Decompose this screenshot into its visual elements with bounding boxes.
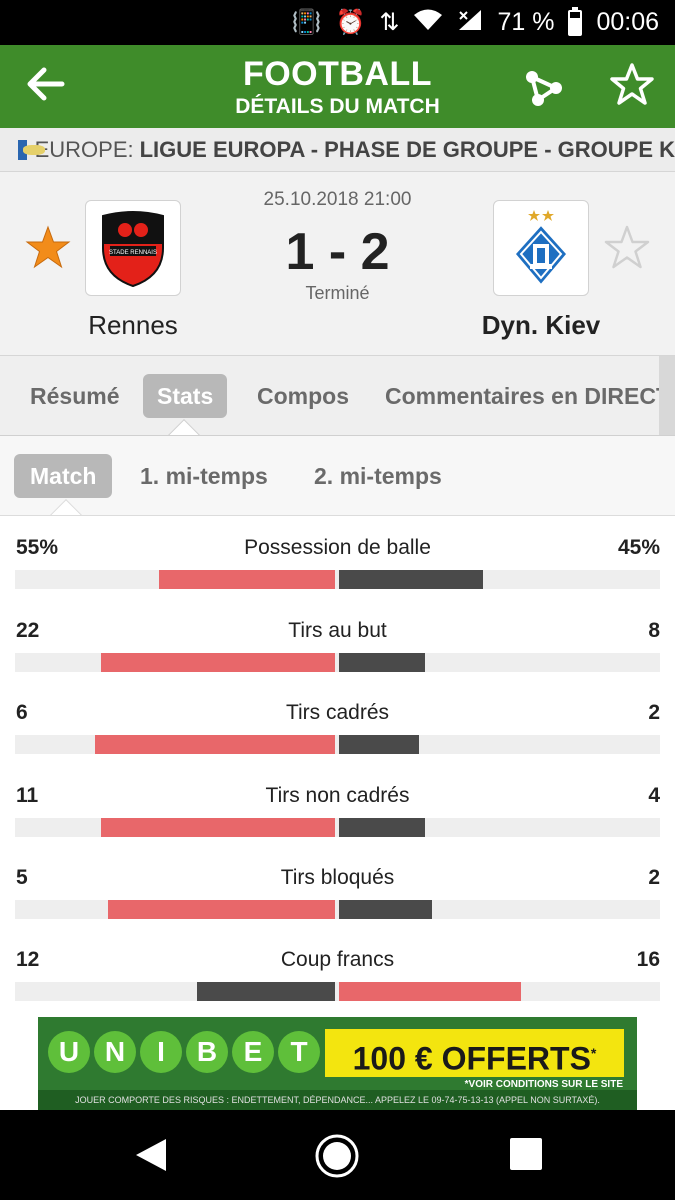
clock: 00:06 [596,8,659,36]
match-status: Terminé [305,283,370,303]
tab-commentaires[interactable]: Commentaires en DIRECT [371,374,675,418]
ad-offer-text: 100 € OFFERTS [352,1040,591,1077]
competition-region: EUROPE: [34,136,134,162]
favorite-star-icon[interactable] [608,61,656,109]
stat-home-bar [197,982,335,1001]
period-tabs: Match 1. mi-temps 2. mi-temps [0,436,675,516]
data-transfer-icon: ⇅ [379,8,400,36]
stat-row-shots-on-target: 6 Tirs cadrés 2 [0,701,675,761]
app-header: FOOTBALL DÉTAILS DU MATCH [0,45,675,128]
subtab-first-half[interactable]: 1. mi-temps [124,454,284,498]
ad-brand-letter: I [140,1031,182,1073]
stat-label: Tirs cadrés [285,701,390,724]
competition-bar[interactable]: EUROPE: LIGUE EUROPA - PHASE DE GROUPE -… [0,128,675,172]
stat-away-bar [339,818,425,837]
stat-away-value: 4 [648,784,660,807]
tab-stats[interactable]: Stats [143,374,228,418]
match-tabs: Résumé Stats Compos Commentaires en DIRE… [0,356,675,436]
wifi-icon [413,8,443,37]
stat-label: Tirs au but [288,619,387,642]
nav-home-icon[interactable] [314,1133,360,1179]
ad-warning: JOUER COMPORTE DES RISQUES : ENDETTEMENT… [38,1090,637,1110]
stat-label: Possession de balle [244,536,431,559]
ad-brand-letter: E [232,1031,274,1073]
tab-compos[interactable]: Compos [243,374,363,418]
ad-offer-mark: * [590,1045,597,1061]
stat-label: Tirs non cadrés [265,784,410,807]
tabs-scroll-edge [659,356,675,435]
stat-row-shots-off-target: 11 Tirs non cadrés 4 [0,784,675,844]
subtab-second-half[interactable]: 2. mi-temps [298,454,458,498]
stat-home-bar [159,570,335,589]
battery-icon [568,6,583,36]
away-team-name[interactable]: Dyn. Kiev [441,310,641,341]
stat-label: Tirs bloqués [280,866,395,889]
home-team-name[interactable]: Rennes [33,310,233,341]
ad-banner[interactable]: U N I B E T 100 € OFFERTS* *VOIR CONDITI… [38,1017,637,1110]
stat-away-value: 8 [648,619,660,642]
tab-pointer [167,419,201,435]
page-title: FOOTBALL [242,55,433,93]
stat-track [15,982,660,1001]
stat-home-bar [95,735,335,754]
stat-row-blocked-shots: 5 Tirs bloqués 2 [0,866,675,926]
tab-resume[interactable]: Résumé [16,374,133,418]
subtab-match[interactable]: Match [14,454,113,498]
stat-away-bar [339,982,521,1001]
stat-away-bar [339,653,425,672]
ad-conditions: *VOIR CONDITIONS SUR LE SITE [464,1079,623,1090]
stat-row-shots: 22 Tirs au but 8 [0,619,675,679]
system-nav-bar [0,1110,675,1200]
share-icon[interactable] [522,63,566,107]
stat-away-value: 2 [648,866,660,889]
ad-brand-letter: N [94,1031,136,1073]
stat-home-bar [101,653,335,672]
stat-label: Coup francs [280,948,395,971]
nav-recents-icon[interactable] [510,1138,542,1170]
stat-away-bar [339,900,432,919]
match-datetime: 25.10.2018 21:00 [263,189,412,210]
ad-brand-letter: T [278,1031,320,1073]
stat-away-value: 45% [617,536,660,559]
ad-brand: U N I B E T [48,1031,320,1073]
page-subtitle: DÉTAILS DU MATCH [235,95,440,118]
stat-away-bar [339,735,419,754]
stat-row-free-kicks: 12 Coup francs 16 [0,948,675,1008]
stat-row-possession: 55% Possession de balle 45% [0,536,675,596]
europe-flag-icon [18,139,44,160]
stat-track [15,570,660,589]
stat-away-value: 2 [648,701,660,724]
ad-offer: 100 € OFFERTS* [325,1029,624,1077]
signal-icon [457,8,483,37]
competition-name: LIGUE EUROPA - PHASE DE GROUPE - GROUPE … [139,136,675,162]
subtab-pointer [49,499,83,515]
vibrate-icon: 📳 [291,8,322,36]
stat-home-bar [101,818,335,837]
stat-away-bar [339,570,483,589]
nav-back-icon[interactable] [132,1135,172,1175]
status-bar: 📳 ⏰ ⇅ 71 % 00:06 [0,0,675,45]
ad-brand-letter: U [48,1031,90,1073]
match-score: 1 - 2 [285,223,390,281]
stat-away-value: 16 [636,948,660,971]
ad-brand-letter: B [186,1031,228,1073]
alarm-icon: ⏰ [335,8,366,36]
stat-home-bar [108,900,335,919]
battery-percent: 71 % [497,8,555,36]
